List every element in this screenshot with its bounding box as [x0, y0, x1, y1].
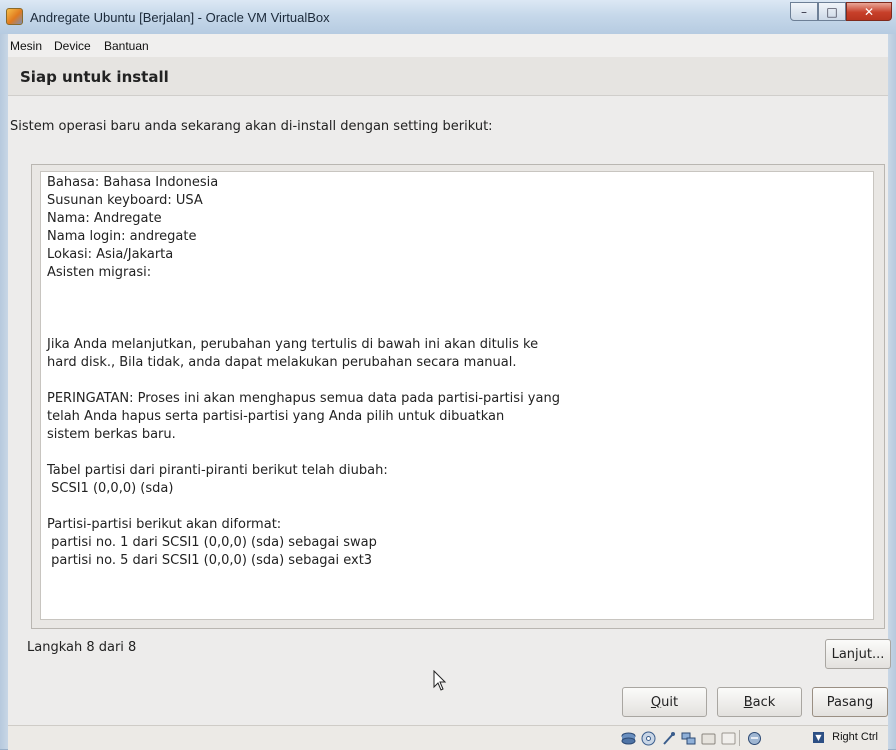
summary-line: SCSI1 (0,0,0) (sda) [47, 481, 174, 496]
summary-line: partisi no. 1 dari SCSI1 (0,0,0) (sda) s… [47, 535, 377, 550]
page-title: Siap untuk install [20, 68, 169, 86]
summary-line: Tabel partisi dari piranti-piranti berik… [47, 463, 388, 478]
summary-line: telah Anda hapus serta partisi-partisi y… [47, 409, 505, 424]
installer-page: Siap untuk install Sistem operasi baru a… [8, 57, 891, 725]
summary-line: sistem berkas baru. [47, 427, 176, 442]
summary-line: hard disk., Bila tidak, anda dapat melak… [47, 355, 517, 370]
summary-line: Nama: Andregate [47, 211, 162, 226]
summary-line: Susunan keyboard: USA [47, 193, 203, 208]
summary-frame: Bahasa: Bahasa Indonesia Susunan keyboar… [31, 164, 885, 629]
quit-mnemonic: Q [650, 694, 662, 710]
close-button[interactable]: ✕ [846, 2, 892, 21]
summary-text-area[interactable]: Bahasa: Bahasa Indonesia Susunan keyboar… [40, 171, 874, 620]
menu-bantuan[interactable]: Bantuan [104, 39, 149, 53]
menu-bar: Mesin Device Bantuan [8, 34, 888, 58]
window-title: Andregate Ubuntu [Berjalan] - Oracle VM … [30, 10, 330, 25]
minimize-button[interactable]: – [790, 2, 818, 21]
mouse-integration-icon[interactable] [746, 730, 762, 746]
back-mnemonic: B [743, 694, 753, 710]
virtualbox-window: Andregate Ubuntu [Berjalan] - Oracle VM … [0, 0, 896, 750]
intro-text: Sistem operasi baru anda sekarang akan d… [10, 119, 493, 134]
install-button[interactable]: Pasang [812, 687, 888, 717]
summary-line: Bahasa: Bahasa Indonesia [47, 175, 219, 190]
maximize-button[interactable]: □ [818, 2, 846, 21]
status-bar: ▼ Right Ctrl [8, 725, 888, 750]
host-key-icon: ▼ [813, 732, 824, 743]
usb-icon[interactable] [660, 730, 676, 746]
host-key-label: Right Ctrl [832, 731, 878, 743]
seamless-icon[interactable] [720, 730, 736, 746]
status-divider [739, 730, 740, 746]
window-left-border [0, 34, 8, 749]
back-label: ack [752, 694, 776, 710]
shared-folder-icon[interactable] [700, 730, 716, 746]
heading-bar: Siap untuk install [8, 57, 888, 96]
summary-line: Jika Anda melanjutkan, perubahan yang te… [47, 337, 539, 352]
menu-mesin[interactable]: Mesin [10, 39, 42, 53]
virtualbox-app-icon [6, 8, 23, 25]
summary-line: partisi no. 5 dari SCSI1 (0,0,0) (sda) s… [47, 553, 373, 568]
menu-device[interactable]: Device [54, 39, 91, 53]
network-icon[interactable] [680, 730, 696, 746]
back-button[interactable]: Back [717, 687, 802, 717]
title-bar[interactable]: Andregate Ubuntu [Berjalan] - Oracle VM … [0, 0, 896, 34]
summary-line: Partisi-partisi berikut akan diformat: [47, 517, 282, 532]
summary-line: Nama login: andregate [47, 229, 197, 244]
summary-line: Asisten migrasi: [47, 265, 152, 280]
summary-line: Lokasi: Asia/Jakarta [47, 247, 174, 262]
hard-disk-icon[interactable] [620, 730, 636, 746]
quit-label: uit [661, 694, 679, 710]
window-controls: – □ ✕ [790, 2, 892, 21]
cd-icon[interactable] [640, 730, 656, 746]
summary-line: PERINGATAN: Proses ini akan menghapus se… [47, 391, 560, 406]
step-indicator: Langkah 8 dari 8 [27, 640, 137, 655]
quit-button[interactable]: Quit [622, 687, 707, 717]
advanced-button[interactable]: Lanjut... [825, 639, 891, 669]
mouse-pointer-icon [433, 670, 447, 691]
